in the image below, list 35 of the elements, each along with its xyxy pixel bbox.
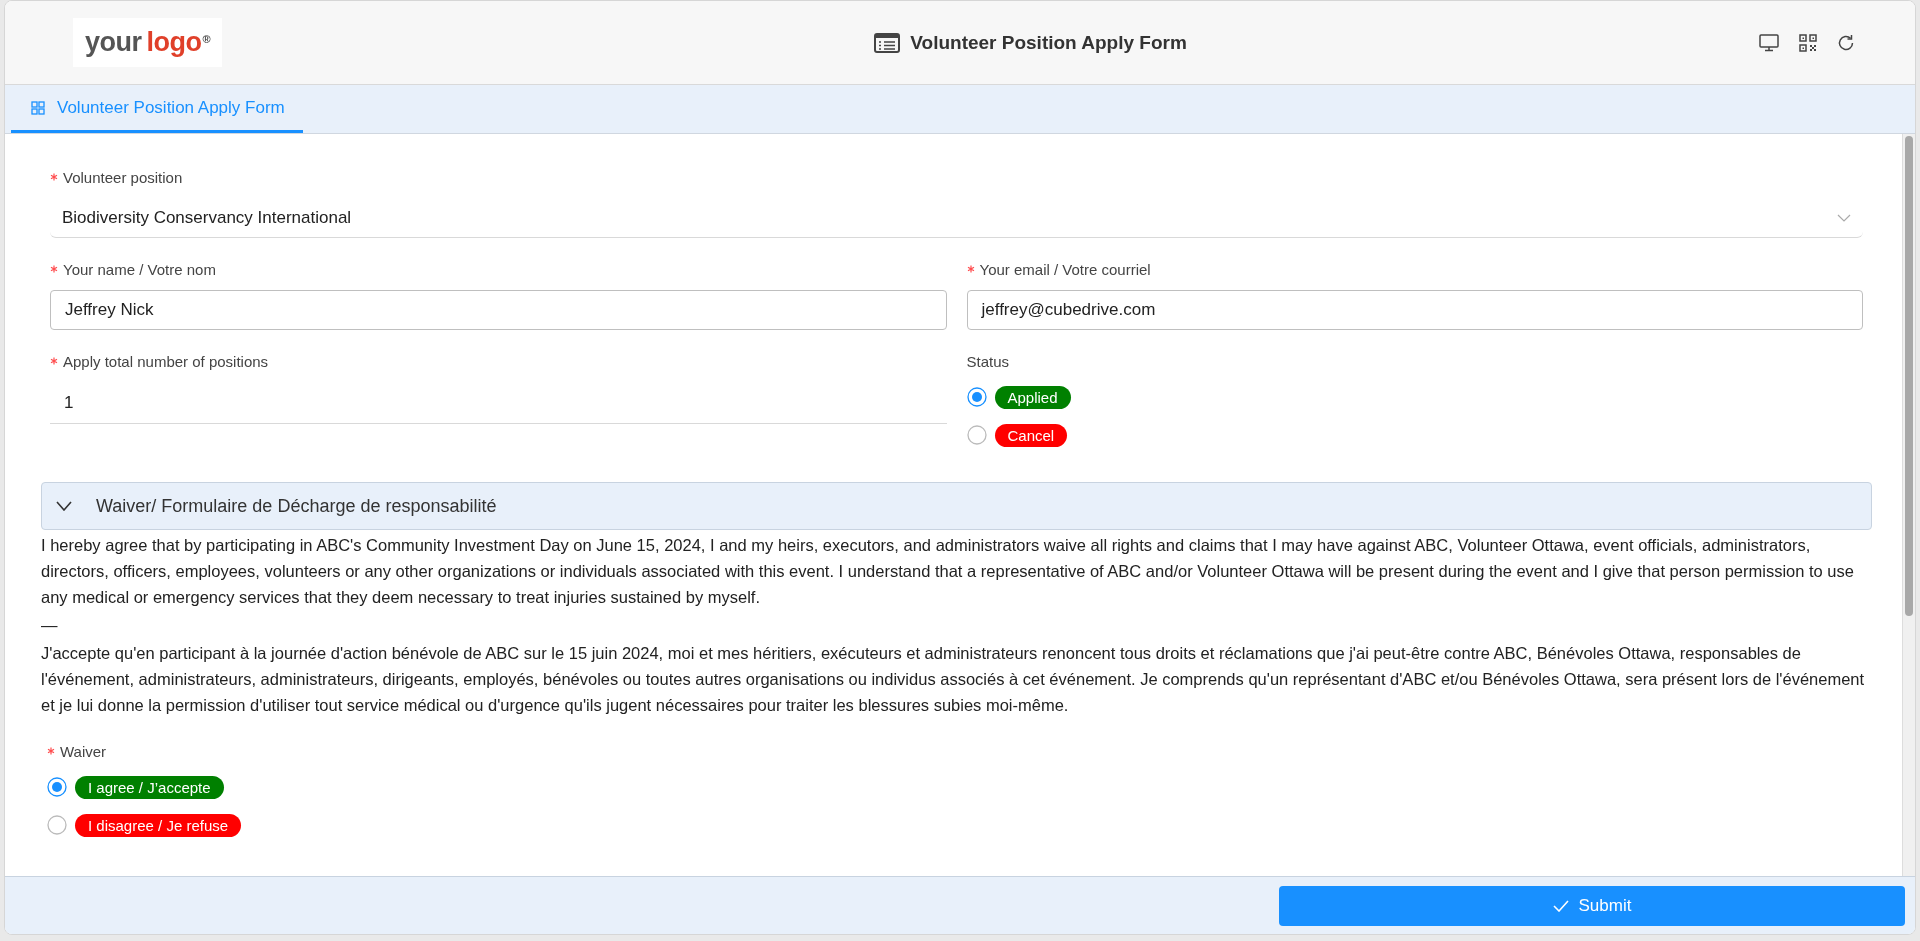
waiver-paragraph: J'accepte qu'en participant à la journée d'action bénévole de ABC sur le 15 juin 2024, moi et mes héritiers, exécuteurs et administrateurs renoncent tous droits et réclamations que j'ai peut-être contre ABC, Bénévoles Ottawa, responsables de l'événement, administrateurs, administrateurs, dirigeants, employés, bénévoles ou toutes autres organisations ou individus associés à cet événement. Je comprends qu'un représentant d'ABC et/ou Bénévoles Ottawa, sera présent lors de l'événement et je lui donne la permission d'utiliser tout service médical ou d'urgence qu'ils jugent nécessaires pour traiter les blessures subies moi-même. xyxy=(41,643,1866,716)
input-field[interactable]: jeffrey@cubedrive.com xyxy=(966,290,1863,330)
radio-button[interactable] xyxy=(966,425,987,445)
status-tag: Cancel xyxy=(994,423,1068,447)
select-field[interactable]: Biodiversity Conservancy International xyxy=(50,198,1863,238)
chevron-down-icon xyxy=(1837,213,1851,222)
grid-icon xyxy=(31,100,45,115)
window-title: Volunteer Position Apply Form xyxy=(910,31,1187,54)
field-label: Volunteer position xyxy=(63,168,183,186)
qr-code-icon[interactable] xyxy=(1799,33,1817,52)
radio-button[interactable] xyxy=(47,815,67,835)
desktop-icon[interactable] xyxy=(1759,33,1779,52)
waiver-paragraph: — xyxy=(41,615,59,636)
refresh-icon[interactable] xyxy=(1837,33,1855,52)
collapse-panel-header[interactable]: Waiver/ Formulaire de Décharge de responsabilité xyxy=(41,482,1872,530)
field-label: Status xyxy=(966,352,1010,370)
waiver-paragraph: I hereby agree that by participating in ABC's Community Investment Day on June 15, 2024, I and my heirs, executors, and administrators waive all rights and claims that I may have against ABC, Volunteer Ottawa, event officials, administrators, directors, officers, employees, volunteers or any other organizations or individuals associated with this event. I understand that a representative of ABC and/or Volunteer Ottawa will be present during the event and I give that person permission to use any medical or emergency services that they deem necessary to treat injuries sustained by myself. xyxy=(41,535,1855,608)
status-tag: I agree / J’accepte xyxy=(75,775,224,799)
status-tag: Applied xyxy=(994,385,1071,409)
field-label: Waiver xyxy=(60,742,107,760)
input-field[interactable]: Jeffrey Nick xyxy=(50,290,947,330)
field-label: Your email / Votre courriel xyxy=(979,260,1151,278)
form-list-icon xyxy=(874,32,901,53)
radio-button[interactable] xyxy=(966,387,987,407)
radio-button[interactable] xyxy=(47,777,67,797)
field-label: Apply total number of positions xyxy=(63,352,269,370)
scrollbar-thumb[interactable] xyxy=(1905,136,1913,616)
logo-text: logo xyxy=(146,27,202,58)
scrollbar[interactable] xyxy=(1902,134,1915,876)
status-tag: I disagree / Je refuse xyxy=(75,813,242,837)
checkmark-icon xyxy=(1552,899,1569,912)
field-label: Your name / Votre nom xyxy=(63,260,216,278)
registered-mark: ® xyxy=(202,33,211,45)
logo-text: your xyxy=(85,27,142,58)
number-field[interactable]: 1 xyxy=(50,382,947,424)
